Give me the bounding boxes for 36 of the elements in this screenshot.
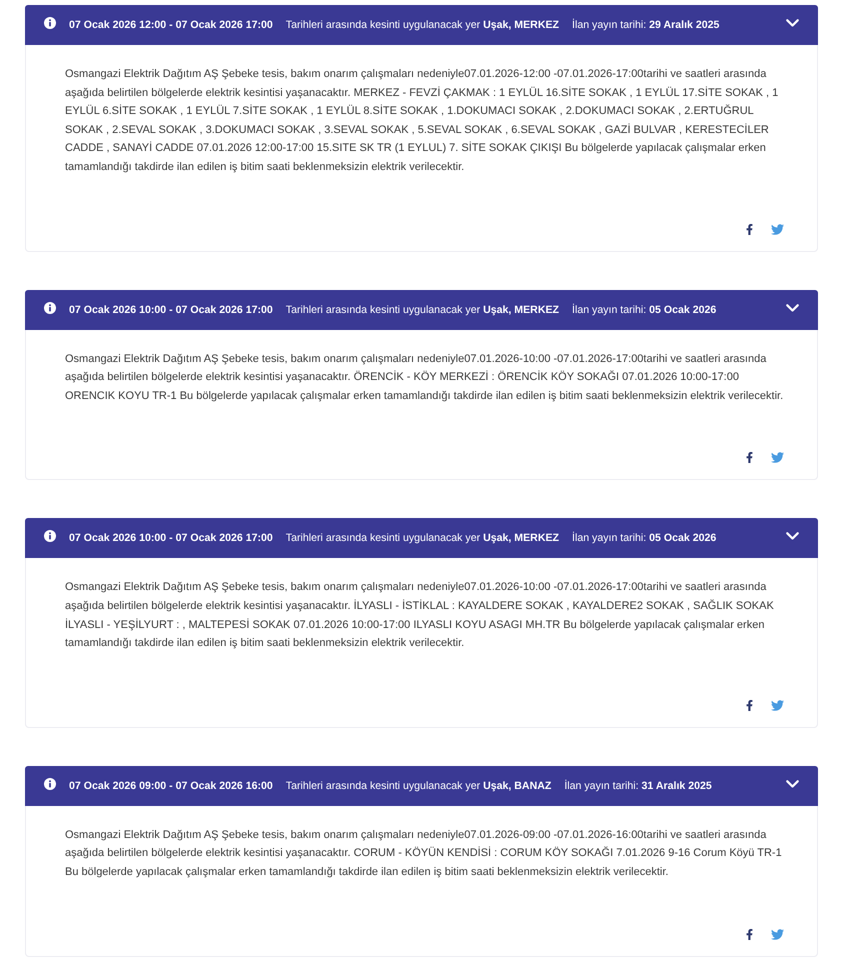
info-icon: [44, 302, 56, 314]
facebook-icon[interactable]: [744, 700, 755, 711]
outage-location: Tarihleri arasında kesinti uygulanacak yer Uşak, BANAZ: [286, 780, 552, 792]
twitter-icon[interactable]: [771, 451, 784, 464]
publish-date: İlan yayın tarihi: 31 Aralık 2025: [564, 780, 712, 792]
outage-location: Tarihleri arasında kesinti uygulanacak yer Uşak, MERKEZ: [286, 19, 560, 31]
outage-date-range: 07 Ocak 2026 09:00 - 07 Ocak 2026 16:00: [69, 780, 273, 792]
facebook-icon[interactable]: [744, 452, 755, 464]
outage-date-range: 07 Ocak 2026 10:00 - 07 Ocak 2026 17:00: [69, 532, 273, 544]
chevron-down-icon[interactable]: [786, 532, 799, 540]
outage-date-range: 07 Ocak 2026 10:00 - 07 Ocak 2026 17:00: [69, 304, 273, 316]
twitter-icon[interactable]: [771, 222, 784, 236]
outage-location: Tarihleri arasında kesinti uygulanacak yer Uşak, MERKEZ: [286, 304, 560, 316]
chevron-down-icon[interactable]: [786, 780, 799, 788]
twitter-icon[interactable]: [771, 698, 784, 712]
outage-date-range: 07 Ocak 2026 12:00 - 07 Ocak 2026 17:00: [69, 19, 273, 31]
facebook-icon[interactable]: [744, 224, 755, 235]
chevron-down-icon[interactable]: [786, 19, 799, 27]
notice-header[interactable]: 07 Ocak 2026 10:00 - 07 Ocak 2026 17:00 Tarihleri arasında kesinti uygulanacak yer Uşak, MERKEZ İlan yayın tarihi: 05 Ocak 2026: [25, 290, 818, 330]
notice-header[interactable]: 07 Ocak 2026 09:00 - 07 Ocak 2026 16:00 Tarihleri arasında kesinti uygulanacak yer Uşak, BANAZ İlan yayın tarihi: 31 Aralık 2025: [25, 766, 818, 806]
info-icon: [44, 17, 56, 29]
publish-date: İlan yayın tarihi: 05 Ocak 2026: [572, 532, 716, 544]
notice-text: Osmangazi Elektrik Dağıtım AŞ Şebeke tesis, bakım onarım çalışmaları nedeniyle07.01.2026-12:00 -07.01.2026-17:00tarihi ve saatleri arasında aşağıda belirtilen bölgelerde elektrik kesintisi yaşanacaktır. MERKEZ - FEVZİ ÇAKMAK : 1 EYLÜL 16.SİTE SOKAK , 1 EYLÜL 17.SİTE SOKAK , 1 EYLÜL 6.SİTE SOKAK , 1 EYLÜL 7.SİTE SOKAK , 1 EYLÜL 8.SİTE SOKAK , 1.DOKUMACI SOKAK , 2.DOKUMACI SOKAK , 2.ERTUĞRUL SOKAK , 2.SEVAL SOKAK , 3.DOKUMACI SOKAK , 3.SEVAL SOKAK , 5.SEVAL SOKAK , 6.SEVAL SOKAK , GAZİ BULVAR , KERESTECİLER CADDE , SANAYİ CADDE 07.01.2026 12:00-17:00 15.SITE SK TR (1 EYLUL) 7. SİTE SOKAK ÇIKIŞI Bu bölgelerde yapılacak çalışmalar erken tamamlandığı takdirde ilan edilen iş bitim saati beklenmeksizin elektrik verilecektir.: [65, 67, 780, 175]
chevron-down-icon[interactable]: [786, 304, 799, 312]
twitter-icon[interactable]: [771, 928, 784, 940]
notice-text: Osmangazi Elektrik Dağıtım AŞ Şebeke tesis, bakım onarım çalışmaları nedeniyle07.01.2026-10:00 -07.01.2026-17:00tarihi ve saatleri arasında aşağıda belirtilen bölgelerde elektrik kesintisi yaşanacaktır. ÖRENCİK - KÖY MERKEZİ : ÖRENCİK KÖY SOKAĞI 07.01.2026 10:00-17:00 ORENCIK KOYU TR-1 Bu bölgelerde yapılacak çalışmalar erken tamamlandığı takdirde ilan edilen iş bitim saati beklenmeksizin elektrik verilecektir.: [65, 352, 784, 404]
notice-text: Osmangazi Elektrik Dağıtım AŞ Şebeke tesis, bakım onarım çalışmaları nedeniyle07.01.2026-09:00 -07.01.2026-16:00tarihi ve saatleri arasında aşağıda belirtilen bölgelerde elektrik kesintisi yaşanacaktır. CORUM - KÖYÜN KENDİSİ : CORUM KÖY SOKAĞI 7.01.2026 9-16 Corum Köyü TR-1 Bu bölgelerde yapılacak çalışmalar erken tamamlandığı takdirde ilan edilen iş bitim saati beklenmeksizin elektrik verilecektir.: [65, 828, 783, 880]
publish-date: İlan yayın tarihi: 05 Ocak 2026: [572, 304, 716, 316]
publish-date: İlan yayın tarihi: 29 Aralık 2025: [572, 19, 720, 31]
outage-location: Tarihleri arasında kesinti uygulanacak yer Uşak, MERKEZ: [286, 532, 560, 544]
notice-header[interactable]: 07 Ocak 2026 10:00 - 07 Ocak 2026 17:00 Tarihleri arasında kesinti uygulanacak yer Uşak, MERKEZ İlan yayın tarihi: 05 Ocak 2026: [25, 518, 818, 558]
info-icon: [44, 530, 56, 542]
notice-text: Osmangazi Elektrik Dağıtım AŞ Şebeke tesis, bakım onarım çalışmaları nedeniyle07.01.2026-10:00 -07.01.2026-17:00tarihi ve saatleri arasında aşağıda belirtilen bölgelerde elektrik kesintisi yaşanacaktır. İLYASLI - İSTİKLAL : KAYALDERE SOKAK , KAYALDERE2 SOKAK , SAĞLIK SOKAK İLYASLI - YEŞİLYURT : , MALTEPESİ SOKAK 07.01.2026 10:00-17:00 ILYASLI KOYU ASAGI MH.TR Bu bölgelerde yapılacak çalışmalar erken tamamlandığı takdirde ilan edilen iş bitim saati beklenmeksizin elektrik verilecektir.: [65, 580, 775, 652]
info-icon: [44, 778, 56, 790]
notice-header[interactable]: 07 Ocak 2026 12:00 - 07 Ocak 2026 17:00 Tarihleri arasında kesinti uygulanacak yer Uşak, MERKEZ İlan yayın tarihi: 29 Aralık 2025: [25, 5, 818, 45]
facebook-icon[interactable]: [744, 928, 755, 940]
